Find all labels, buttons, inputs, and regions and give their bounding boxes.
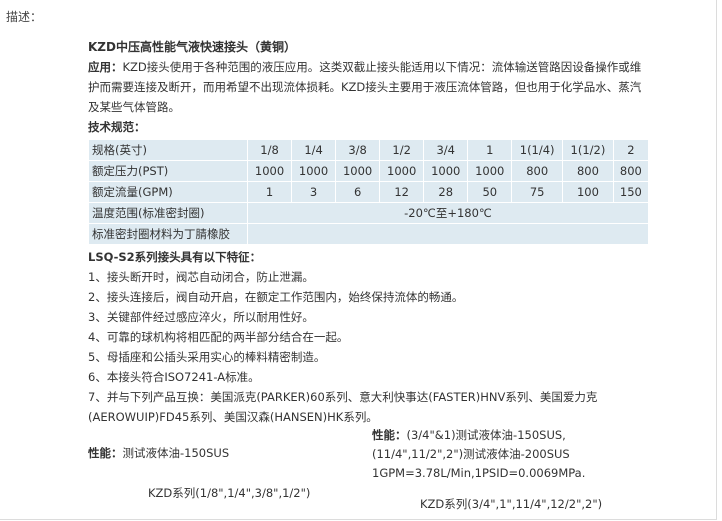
performance-left: 性能：测试液体油-150SUS (88, 443, 229, 463)
table-cell: 1/8 (246, 139, 293, 161)
application-text: KZD接头使用于各种范围的液压应用。这类双截止接头能适用以下情况：流体输送管路因… (88, 60, 642, 114)
feature-item: 2、接头连接后，阀自动开启，在额定工作范围内，始终保持流体的畅通。 (88, 290, 464, 304)
table-cell: 100 (562, 181, 614, 203)
performance-label: 性能： (372, 428, 407, 442)
table-row: 额定压力(PST) 1000 1000 1000 1000 1000 1000 … (88, 160, 650, 182)
table-cell: 75 (511, 181, 564, 203)
spec-title: 技术规范： (88, 120, 146, 134)
feature-item: 7、并与下列产品互换：美国派克(PARKER)60系列、意大利快事达(FASTE… (88, 390, 598, 424)
spec-table: 规格(英寸) 1/8 1/4 3/8 1/2 3/4 1 1(1/4) 1(1/… (88, 139, 650, 245)
feature-item: 1、接头断开时，阀芯自动闭合，防止泄漏。 (88, 270, 314, 284)
performance-label: 性能： (88, 446, 123, 460)
table-cell: 12 (379, 181, 425, 203)
features-title: LSQ-S2系列接头具有以下特征： (88, 250, 262, 264)
product-description: KZD中压高性能气液快速接头（黄铜） 应用：KZD接头使用于各种范围的液压应用。… (88, 37, 650, 427)
feature-item: 6、本接头符合ISO7241-A标准。 (88, 370, 260, 384)
performance-right: 性能：(3/4"&1)测试液体油-150SUS, (372, 425, 566, 445)
table-cell: 6 (335, 181, 381, 203)
table-cell: 2 (612, 139, 650, 161)
table-cell: 800 (562, 160, 614, 182)
table-cell: 1000 (291, 160, 337, 182)
table-cell: 1(1/4) (511, 139, 564, 161)
feature-item: 3、关键部件经过感应淬火，所以耐用性好。 (88, 310, 314, 324)
table-cell: 3/4 (423, 139, 469, 161)
row-header: 额定压力(PST) (88, 160, 248, 182)
table-cell: 1000 (379, 160, 425, 182)
table-cell: 1/4 (291, 139, 337, 161)
table-cell: 800 (612, 160, 650, 182)
application-label: 应用： (88, 60, 123, 74)
feature-item: 5、母插座和公插头采用实心的棒料精密制造。 (88, 350, 326, 364)
product-title: KZD中压高性能气液快速接头（黄铜） (88, 40, 296, 54)
performance-line: (11/4",11/2",2")测试液体油-200SUS (372, 447, 570, 461)
temperature-range-cell: -20℃至+180℃ (247, 202, 649, 224)
table-cell: 1 (467, 139, 513, 161)
description-label: 描述： (6, 10, 43, 24)
seal-material-note: 标准密封圈材料为丁腈橡胶 (88, 223, 248, 245)
performance-line: 1GPM=3.78L/Min,1PSID=0.0069MPa. (372, 466, 586, 480)
table-cell: 1000 (423, 160, 469, 182)
table-cell: 1(1/2) (562, 139, 614, 161)
table-cell: 1 (246, 181, 293, 203)
table-cell: 800 (511, 160, 564, 182)
table-row: 额定流量(GPM) 1 3 6 12 28 50 75 100 150 (88, 181, 650, 203)
row-header: 规格(英寸) (88, 139, 248, 161)
table-cell: 3 (291, 181, 337, 203)
table-cell: 150 (612, 181, 650, 203)
table-cell: 50 (467, 181, 513, 203)
table-cell: 1000 (335, 160, 381, 182)
table-cell: 1000 (246, 160, 293, 182)
table-cell: 1/2 (379, 139, 425, 161)
performance-line: (3/4"&1)测试液体油-150SUS, (406, 428, 566, 442)
table-cell: 28 (423, 181, 469, 203)
table-row: 标准密封圈材料为丁腈橡胶 (88, 223, 649, 245)
table-cell: 3/8 (335, 139, 381, 161)
table-row: 规格(英寸) 1/8 1/4 3/8 1/2 3/4 1 1(1/4) 1(1/… (88, 139, 650, 161)
application-paragraph: 应用：KZD接头使用于各种范围的液压应用。这类双截止接头能适用以下情况：流体输送… (88, 57, 648, 117)
caption-right: KZD系列(3/4",1",11/4",12/2",2") (420, 497, 603, 511)
performance-text: 测试液体油-150SUS (122, 446, 230, 460)
caption-left: KZD系列(1/8",1/4",3/8",1/2") (148, 486, 311, 500)
feature-item: 4、可靠的球机构将相匹配的两半部分结合在一起。 (88, 330, 349, 344)
table-cell (247, 223, 649, 245)
row-header: 额定流量(GPM) (88, 181, 248, 203)
table-row: 温度范围(标准密封圈) -20℃至+180℃ (88, 202, 649, 224)
table-cell: 1000 (467, 160, 513, 182)
row-header: 温度范围(标准密封圈) (88, 202, 248, 224)
